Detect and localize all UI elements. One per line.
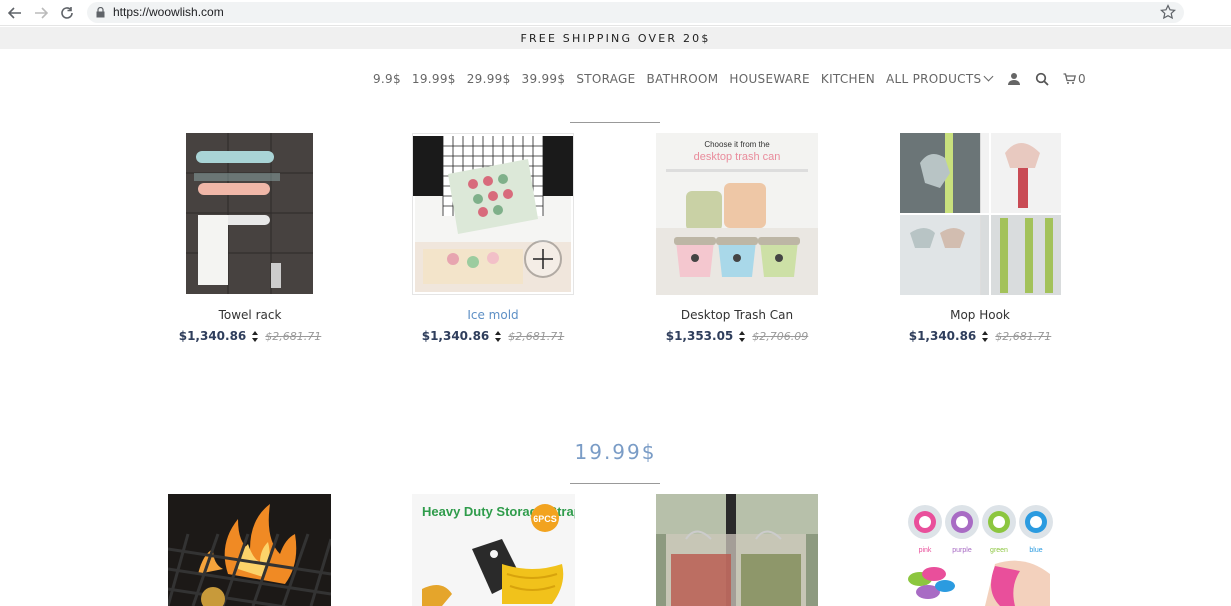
lock-icon — [96, 7, 105, 18]
product-name[interactable]: Ice mold — [393, 308, 593, 322]
product-old-price: $2,681.71 — [995, 329, 1052, 343]
product-image-storage-straps[interactable]: Heavy Duty Storage Straps 6PCS — [412, 494, 575, 606]
product-image-grill[interactable] — [168, 494, 331, 606]
nav-item-all-products-label: ALL PRODUCTS — [886, 72, 982, 86]
section-divider — [570, 483, 660, 484]
account-icon[interactable] — [1007, 72, 1021, 86]
straps-badge: 6PCS — [533, 514, 557, 524]
nav-item-39-99[interactable]: 39.99$ — [522, 72, 566, 86]
product-price: $1,340.86 — [421, 329, 490, 343]
product-price: $1,340.86 — [908, 329, 977, 343]
nav-item-all-products[interactable]: ALL PRODUCTS — [886, 71, 994, 86]
currency-sort-icon[interactable] — [495, 330, 502, 342]
reload-icon[interactable] — [58, 4, 76, 22]
nav-item-19-99[interactable]: 19.99$ — [412, 72, 456, 86]
product-image-towel-rack[interactable] — [186, 133, 313, 294]
currency-sort-icon[interactable] — [739, 330, 746, 342]
color-label-purple: purple — [952, 547, 972, 554]
product-price-row: $1,340.86 $2,681.71 — [860, 329, 1100, 343]
product-name[interactable]: Towel rack — [150, 308, 350, 322]
browser-toolbar: https://woowlish.com — [0, 0, 1231, 26]
address-bar[interactable]: https://woowlish.com — [87, 2, 1184, 23]
nav-item-bathroom[interactable]: BATHROOM — [647, 72, 719, 86]
color-label-pink: pink — [919, 547, 932, 554]
product-price: $1,340.86 — [178, 329, 247, 343]
chevron-down-icon — [983, 71, 994, 82]
product-name[interactable]: Mop Hook — [880, 308, 1080, 322]
product-image-desktop-trash-can[interactable]: Choose it from the desktop trash can — [656, 133, 818, 295]
cart-icon — [1063, 73, 1076, 84]
nav-item-29-99[interactable]: 29.99$ — [467, 72, 511, 86]
nav-item-9-9[interactable]: 9.9$ — [373, 72, 401, 86]
product-name[interactable]: Desktop Trash Can — [637, 308, 837, 322]
back-icon[interactable] — [6, 4, 24, 22]
product-price-row: $1,340.86 $2,681.71 — [373, 329, 613, 343]
main-nav: 9.9$ 19.99$ 29.99$ 39.99$ STORAGE BATHRO… — [373, 71, 994, 86]
product-old-price: $2,681.71 — [265, 329, 322, 343]
section-title[interactable]: 19.99$ — [0, 440, 1231, 464]
nav-item-kitchen[interactable]: KITCHEN — [821, 72, 875, 86]
search-icon[interactable] — [1035, 72, 1049, 86]
product-price: $1,353.05 — [665, 329, 734, 343]
product-image-clear-bag[interactable] — [656, 494, 818, 606]
currency-sort-icon[interactable] — [982, 330, 989, 342]
header-icons: 0 — [1007, 72, 1086, 86]
product-price-row: $1,353.05 $2,706.09 — [617, 329, 857, 343]
cart-button[interactable]: 0 — [1063, 72, 1086, 86]
nav-item-houseware[interactable]: HOUSEWARE — [729, 72, 810, 86]
color-label-blue: blue — [1029, 547, 1042, 554]
product-price-row: $1,340.86 $2,681.71 — [130, 329, 370, 343]
trash-image-line1: Choose it from the — [704, 140, 770, 149]
product-image-clip-ons[interactable]: pink purple green blue — [900, 494, 1061, 606]
product-image-mop-hook[interactable] — [900, 133, 1061, 295]
product-image-ice-mold[interactable] — [412, 133, 574, 295]
forward-icon[interactable] — [32, 4, 50, 22]
product-old-price: $2,681.71 — [508, 329, 565, 343]
product-old-price: $2,706.09 — [752, 329, 809, 343]
trash-image-line2: desktop trash can — [694, 151, 781, 163]
section-divider — [570, 122, 660, 123]
bookmark-star-icon[interactable] — [1160, 4, 1176, 20]
currency-sort-icon[interactable] — [252, 330, 259, 342]
announcement-bar: FREE SHIPPING OVER 20$ — [0, 27, 1231, 49]
nav-item-storage[interactable]: STORAGE — [576, 72, 635, 86]
url-text: https://woowlish.com — [113, 5, 224, 19]
cart-count: 0 — [1078, 72, 1086, 86]
color-label-green: green — [990, 547, 1008, 554]
